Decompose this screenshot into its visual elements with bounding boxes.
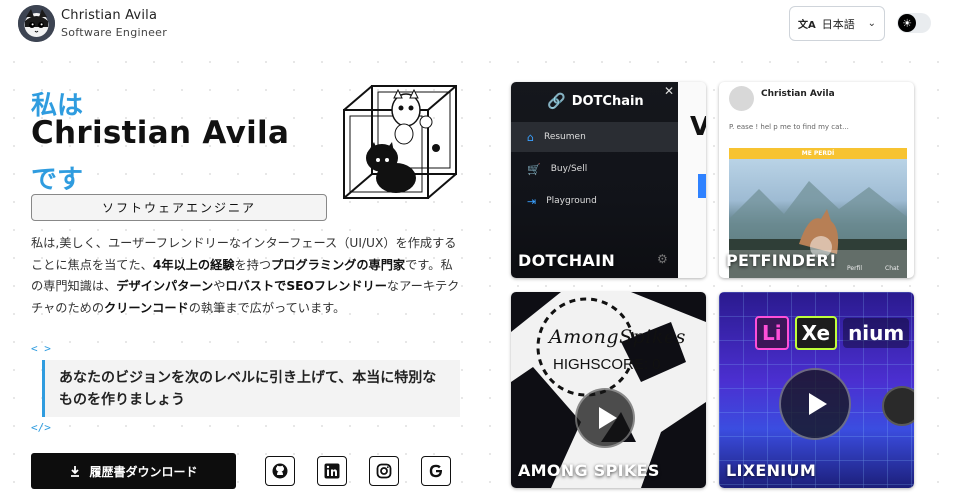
bio-highlight-seo: ロバストでSEOフレンドリー <box>225 279 387 293</box>
avatar[interactable] <box>18 5 55 42</box>
petfinder-banner: ME PERDÍ <box>729 148 907 159</box>
home-icon: ⌂ <box>527 130 534 144</box>
among-spikes-logo: AmongSpikes <box>549 326 686 348</box>
linkedin-icon <box>324 463 340 479</box>
close-icon: ✕ <box>664 84 675 98</box>
play-icon <box>779 368 851 440</box>
bio-highlight-expert: プログラミングの専門家 <box>271 257 406 272</box>
project-title-dotchain: DOTCHAIN <box>518 251 616 270</box>
download-resume-button[interactable]: 履歴書ダウンロード <box>31 453 236 489</box>
project-card-lixenium[interactable]: Li Xe nium LIXENIUM <box>719 292 914 488</box>
petfinder-post-text: P. ease ! hel p me to find my cat... <box>729 123 849 131</box>
hero-name: Christian Avila <box>31 115 290 151</box>
header-role: Software Engineer <box>61 26 168 39</box>
bio-highlight-experience: 4年以上の経験 <box>152 257 235 272</box>
linkedin-button[interactable] <box>317 456 347 486</box>
cart-icon: 🛒 <box>527 162 541 176</box>
dotchain-menu-resumen: ⌂ Resumen <box>511 122 678 152</box>
lixenium-logo: Li Xe nium <box>755 316 910 350</box>
theme-toggle[interactable]: ☀ <box>897 13 931 33</box>
code-tag-open: < > <box>31 342 51 355</box>
translate-icon: 文A <box>798 20 816 31</box>
tools-icon <box>882 386 914 426</box>
petfinder-nav-chat: Chat <box>885 265 900 272</box>
sun-icon: ☀ <box>898 14 916 32</box>
bio-paragraph: 私は,美しく、ユーザーフレンドリーなインターフェース（UI/UX）を作成すること… <box>31 236 460 315</box>
hero-illustration <box>338 82 462 204</box>
bio-highlight-patterns: デザインパターン <box>116 279 214 293</box>
play-icon <box>575 388 635 448</box>
project-card-dotchain[interactable]: 🔗 DOTChain ✕ ⌂ Resumen 🛒 Buy/Sell ⇥ Play… <box>511 82 706 278</box>
github-icon <box>272 463 288 479</box>
dotchain-main: V <box>678 82 706 278</box>
login-icon: ⇥ <box>527 194 537 208</box>
download-label: 履歴書ダウンロード <box>89 464 198 479</box>
dotchain-sidebar: 🔗 DOTChain ✕ ⌂ Resumen 🛒 Buy/Sell ⇥ Play… <box>511 82 678 278</box>
role-badge: ソフトウェアエンジニア <box>31 194 327 221</box>
project-title-among-spikes: AMONG SPIKES <box>518 461 660 480</box>
language-value: 日本語 <box>821 17 855 31</box>
header-name: Christian Avila <box>61 8 158 23</box>
dotchain-menu-playground: ⇥ Playground <box>527 194 597 208</box>
project-title-petfinder: PETFINDER! <box>726 251 837 270</box>
petfinder-nav-profile: Perfil <box>847 265 863 272</box>
bio-highlight-clean-code: クリーンコード <box>104 300 189 315</box>
code-tag-close: </> <box>31 421 51 434</box>
petfinder-user: Christian Avila <box>761 89 835 99</box>
gear-icon: ⚙ <box>657 252 668 266</box>
top-bar: Christian Avila Software Engineer 文A 日本語… <box>0 0 958 48</box>
language-select[interactable]: 文A 日本語 ⌄ <box>789 6 885 41</box>
google-icon <box>429 464 443 478</box>
quote-block: あなたのビジョンを次のレベルに引き上げて、本当に特別なものを作りましょう <box>42 360 460 417</box>
chevron-down-icon: ⌄ <box>867 18 876 29</box>
instagram-button[interactable] <box>369 456 399 486</box>
github-button[interactable] <box>265 456 295 486</box>
dotchain-menu-buysell: 🛒 Buy/Sell <box>527 162 588 176</box>
download-icon <box>71 466 80 477</box>
dotchain-logo: 🔗 DOTChain <box>547 92 644 110</box>
among-spikes-score: HIGHSCORE: 0 <box>553 356 661 373</box>
project-card-petfinder[interactable]: Christian Avila P. ease ! hel p me to fi… <box>719 82 914 278</box>
google-button[interactable] <box>421 456 451 486</box>
project-card-among-spikes[interactable]: AmongSpikes HIGHSCORE: 0 AMONG SPIKES <box>511 292 706 488</box>
avatar <box>729 86 754 111</box>
instagram-icon <box>376 463 392 479</box>
link-icon: 🔗 <box>547 92 566 110</box>
hero-line-3: です <box>31 165 84 195</box>
project-title-lixenium: LIXENIUM <box>726 461 817 480</box>
